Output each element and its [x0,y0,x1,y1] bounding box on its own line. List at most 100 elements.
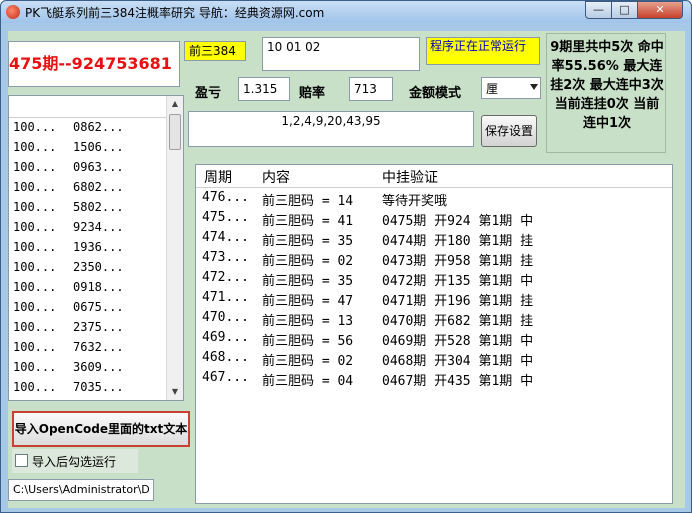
run-after-import-checkbox[interactable] [15,454,28,467]
results-verify-cell: 0470期 开682 第1期 挂 [382,314,534,329]
results-content-cell: 前三胆码 = 02 [262,254,354,269]
results-row[interactable]: 475... 前三胆码 = 41 0475期 开924 第1期 中 [196,208,672,229]
results-row[interactable]: 470... 前三胆码 = 13 0470期 开682 第1期 挂 [196,308,672,329]
code-list-row[interactable]: 100... 1936... [9,238,183,258]
code-list-row[interactable]: 100... 7632... [9,338,183,358]
maximize-icon: □ [619,3,630,16]
profit-label: 盈亏 [195,86,222,101]
results-verify-cell: 0467期 开435 第1期 中 [382,374,534,389]
code-list-cell: 100... [13,140,57,154]
bet-sequence-input[interactable]: 1,2,4,9,20,43,95 [188,111,474,147]
results-row[interactable]: 476... 前三胆码 = 14 等待开奖哦 [196,188,672,209]
results-verify-cell: 0472期 开135 第1期 中 [382,274,534,289]
status-indicator: 程序正在正常运行 [426,37,540,65]
period-display: 475期--924753681 [8,41,180,87]
code-list-row[interactable]: 100... 6802... [9,178,183,198]
code-list-row[interactable]: 100... 2350... [9,258,183,278]
results-content-cell: 前三胆码 = 13 [262,314,354,329]
code-list-cell: 5802... [73,200,124,214]
results-row[interactable]: 468... 前三胆码 = 02 0468期 开304 第1期 中 [196,348,672,369]
code-list-row[interactable]: 100... 0918... [9,278,183,298]
code-list[interactable]: 100... 0862... 100... 1506... 100... 0963... 1… [8,95,184,401]
results-content-cell: 前三胆码 = 35 [262,274,354,289]
code-list-body: 100... 0862... 100... 1506... 100... 0963... 1… [9,118,183,398]
results-content-cell: 前三胆码 = 35 [262,234,354,249]
results-content-cell: 前三胆码 = 47 [262,294,354,309]
title-bar[interactable]: PK飞艇系列前三384注概率研究 导航：经典资源网.com — □ ✕ [1,1,691,23]
code-list-cell: 1506... [73,140,124,154]
results-period-cell: 473... [202,250,249,265]
code-list-cell: 0862... [73,120,124,134]
code-list-row[interactable]: 100... 0963... [9,158,183,178]
odds-label: 赔率 [299,86,326,101]
code-list-cell: 0963... [73,160,124,174]
header-verify[interactable]: 中挂验证 [382,167,438,187]
code-list-cell: 100... [13,300,57,314]
maximize-button[interactable]: □ [611,1,638,19]
app-icon [6,5,20,19]
results-verify-cell: 0469期 开528 第1期 中 [382,334,534,349]
results-content-cell: 前三胆码 = 56 [262,334,354,349]
results-verify-cell: 0474期 开180 第1期 挂 [382,234,534,249]
results-content-cell: 前三胆码 = 02 [262,354,354,369]
code-list-cell: 0918... [73,280,124,294]
amount-mode-select[interactable]: 厘 [481,77,541,99]
amount-mode-value: 厘 [486,82,499,96]
results-row[interactable]: 474... 前三胆码 = 35 0474期 开180 第1期 挂 [196,228,672,249]
save-settings-button[interactable]: 保存设置 [481,115,537,147]
code-list-row[interactable]: 100... 5802... [9,198,183,218]
code-list-cell: 6802... [73,180,124,194]
code-list-cell: 100... [13,180,57,194]
code-list-cell: 100... [13,380,57,394]
code-list-cell: 100... [13,200,57,214]
code-list-cell: 100... [13,320,57,334]
close-icon: ✕ [655,3,665,16]
run-after-import-row[interactable]: 导入后勾选运行 [12,449,138,473]
results-period-cell: 471... [202,290,249,305]
window-title: PK飞艇系列前三384注概率研究 导航：经典资源网.com [25,6,325,20]
code-list-cell: 1936... [73,240,124,254]
code-list-row[interactable]: 100... 3609... [9,358,183,378]
amount-mode-label: 金额模式 [409,86,462,101]
scroll-down-icon[interactable]: ▼ [167,384,183,400]
import-txt-button[interactable]: 导入OpenCode里面的txt文本 [12,411,190,447]
header-period[interactable]: 周期 [204,167,232,187]
code-list-cell: 100... [13,360,57,374]
results-verify-cell: 0475期 开924 第1期 中 [382,214,534,229]
header-content[interactable]: 内容 [262,167,290,187]
results-row[interactable]: 472... 前三胆码 = 35 0472期 开135 第1期 中 [196,268,672,289]
profit-input[interactable]: 1.315 [238,77,290,101]
results-row[interactable]: 471... 前三胆码 = 47 0471期 开196 第1期 挂 [196,288,672,309]
code-list-cell: 100... [13,120,57,134]
code-list-cell: 7035... [73,380,124,394]
results-content-cell: 前三胆码 = 41 [262,214,354,229]
file-path-field[interactable]: C:\Users\Administrator\D [8,479,154,501]
close-button[interactable]: ✕ [637,1,683,19]
app-window: PK飞艇系列前三384注概率研究 导航：经典资源网.com — □ ✕ 475期… [0,0,692,513]
code-list-cell: 100... [13,240,57,254]
odds-input[interactable]: 713 [349,77,393,101]
scroll-thumb[interactable] [169,114,181,150]
scroll-up-icon[interactable]: ▲ [167,96,183,112]
code-list-row[interactable]: 100... 9234... [9,218,183,238]
results-row[interactable]: 469... 前三胆码 = 56 0469期 开528 第1期 中 [196,328,672,349]
code-list-row[interactable]: 100... 1506... [9,138,183,158]
results-period-cell: 467... [202,370,249,385]
code-list-cell: 9234... [73,220,124,234]
numbers-input[interactable]: 10 01 02 [262,37,420,71]
results-body: 476... 前三胆码 = 14 等待开奖哦 475... 前三胆码 = 41 0475期… [196,188,672,389]
results-period-cell: 470... [202,310,249,325]
results-list[interactable]: 周期 内容 中挂验证 476... 前三胆码 = 14 等待开奖哦 475... 前三胆… [195,164,673,504]
results-row[interactable]: 473... 前三胆码 = 02 0473期 开958 第1期 挂 [196,248,672,269]
code-list-cell: 2375... [73,320,124,334]
code-list-row[interactable]: 100... 0675... [9,298,183,318]
code-list-header [9,96,183,118]
code-list-row[interactable]: 100... 7035... [9,378,183,398]
minimize-button[interactable]: — [585,1,612,19]
code-list-row[interactable]: 100... 0862... [9,118,183,138]
chevron-down-icon[interactable] [530,84,538,90]
code-list-row[interactable]: 100... 2375... [9,318,183,338]
code-list-scrollbar[interactable]: ▲ ▼ [166,96,183,400]
code-list-cell: 3609... [73,360,124,374]
results-row[interactable]: 467... 前三胆码 = 04 0467期 开435 第1期 中 [196,368,672,389]
